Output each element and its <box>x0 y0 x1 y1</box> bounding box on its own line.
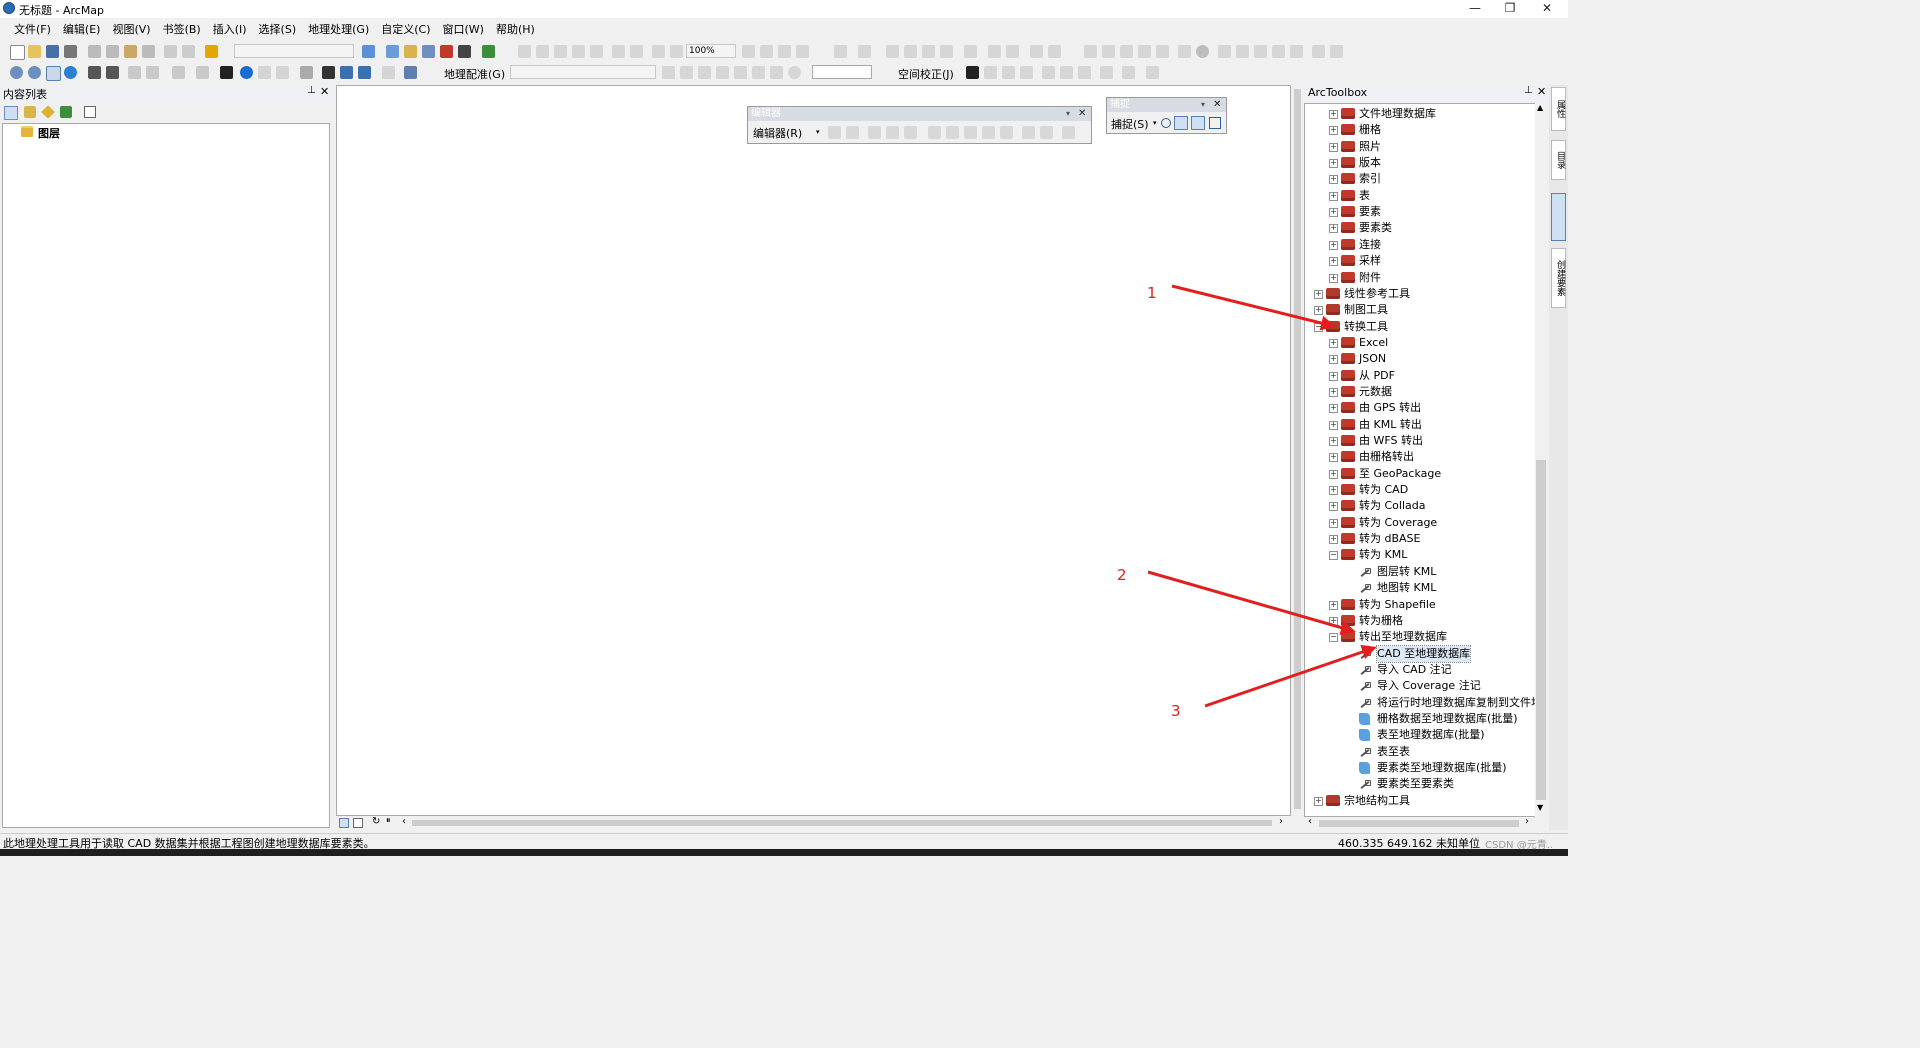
annotation-number-3: 3 <box>1171 702 1181 720</box>
annotation-overlay <box>1147 284 1377 708</box>
annotation-arrow-1 <box>1171 284 1336 331</box>
annotation-arrow-3 <box>1204 644 1377 708</box>
annotation-number-2: 2 <box>1117 566 1127 584</box>
annotation-number-1: 1 <box>1147 284 1157 302</box>
annotation-arrow-2 <box>1147 570 1356 635</box>
